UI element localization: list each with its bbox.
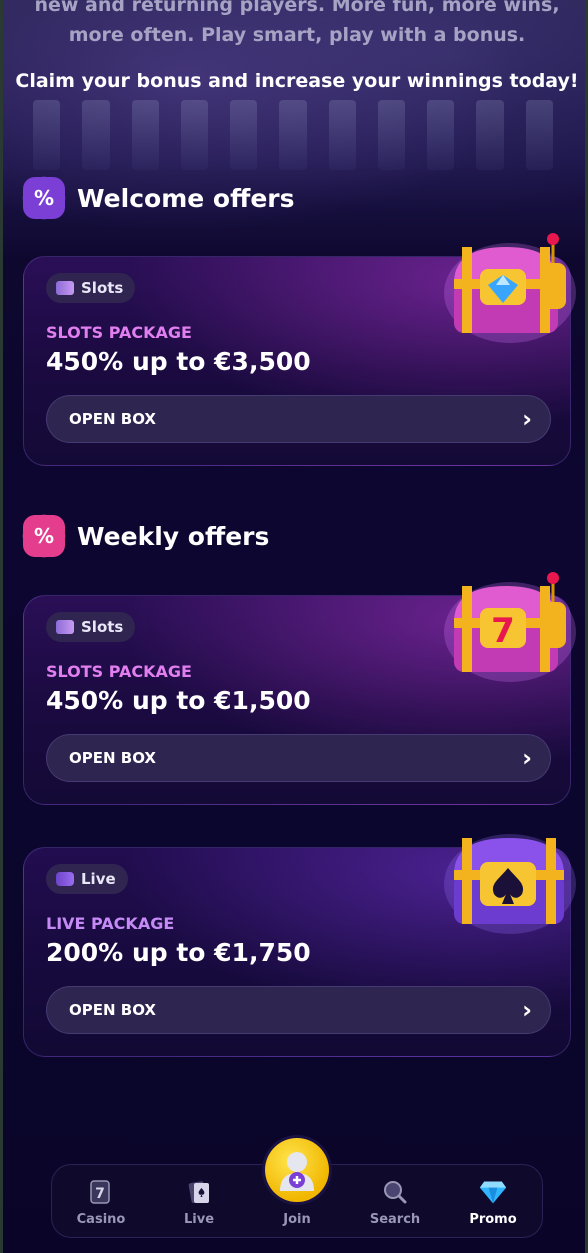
open-box-button[interactable]: OPEN BOX › <box>46 986 551 1034</box>
weekly-offers-heading: % Weekly offers <box>23 515 269 557</box>
tag-live: Live <box>46 864 128 894</box>
section-title: Weekly offers <box>77 521 270 551</box>
treasure-chest-diamond-icon <box>444 233 576 343</box>
slot-machines-backdrop <box>33 100 553 180</box>
diamond-icon <box>479 1178 507 1206</box>
intro-text-line-2: more often. Play smart, play with a bonu… <box>68 24 526 46</box>
tag-label: Live <box>81 870 116 888</box>
nav-label: Promo <box>469 1212 517 1227</box>
avatar-plus-icon <box>280 1152 314 1191</box>
tag-slots: Slots <box>46 612 136 642</box>
promo-page: new and returning players. More fun, mor… <box>0 0 588 1253</box>
open-box-button[interactable]: OPEN BOX › <box>46 395 551 443</box>
percent-badge-icon: % <box>23 515 65 557</box>
bonus-amount: 450% up to €1,500 <box>46 686 311 715</box>
open-box-label: OPEN BOX <box>69 749 156 767</box>
nav-item-casino[interactable]: 7 Casino <box>56 1178 146 1227</box>
tag-slots: Slots <box>46 273 136 303</box>
nav-item-search[interactable]: Search <box>350 1178 440 1227</box>
welcome-offers-heading: % Welcome offers <box>23 177 295 219</box>
slot-machine-icon <box>56 281 74 295</box>
svg-text:7: 7 <box>491 611 515 651</box>
offer-card-weekly-slots: 7 Slots SLOTS PACKAGE 450% up to €1,500 … <box>23 572 576 805</box>
treasure-chest-spade-icon <box>444 834 576 934</box>
percent-badge-icon: % <box>23 177 65 219</box>
package-label: SLOTS PACKAGE <box>46 662 192 681</box>
offer-card-welcome-slots: Slots SLOTS PACKAGE 450% up to €3,500 OP… <box>23 233 576 466</box>
nav-label: Live <box>183 1212 215 1227</box>
svg-text:7: 7 <box>95 1186 105 1202</box>
nav-label: Casino <box>76 1212 126 1227</box>
open-box-button[interactable]: OPEN BOX › <box>46 734 551 782</box>
offer-card-weekly-live: Live LIVE PACKAGE 200% up to €1,750 OPEN… <box>23 834 576 1057</box>
package-label: SLOTS PACKAGE <box>46 323 192 342</box>
tag-label: Slots <box>81 618 124 636</box>
section-title: Welcome offers <box>77 183 295 213</box>
slot-machine-icon <box>56 620 74 634</box>
nav-item-live[interactable]: Live <box>154 1178 244 1227</box>
bonus-amount: 200% up to €1,750 <box>46 938 311 967</box>
treasure-chest-seven-icon: 7 <box>444 572 576 682</box>
playing-cards-icon <box>185 1178 213 1206</box>
live-cards-icon <box>56 872 74 886</box>
chevron-right-icon: › <box>522 405 532 433</box>
intro-text-line-1: new and returning players. More fun, mor… <box>34 0 560 16</box>
nav-item-promo[interactable]: Promo <box>448 1178 538 1227</box>
open-box-label: OPEN BOX <box>69 410 156 428</box>
bonus-amount: 450% up to €3,500 <box>46 347 311 376</box>
join-button[interactable] <box>265 1138 329 1202</box>
nav-label: Join <box>283 1212 311 1227</box>
nav-label: Search <box>369 1212 421 1227</box>
claim-bonus-text: Claim your bonus and increase your winni… <box>15 70 579 92</box>
search-icon <box>381 1178 409 1206</box>
chevron-right-icon: › <box>522 744 532 772</box>
chevron-right-icon: › <box>522 996 532 1024</box>
seven-card-icon: 7 <box>87 1178 115 1206</box>
package-label: LIVE PACKAGE <box>46 914 175 933</box>
tag-label: Slots <box>81 279 124 297</box>
open-box-label: OPEN BOX <box>69 1001 156 1019</box>
